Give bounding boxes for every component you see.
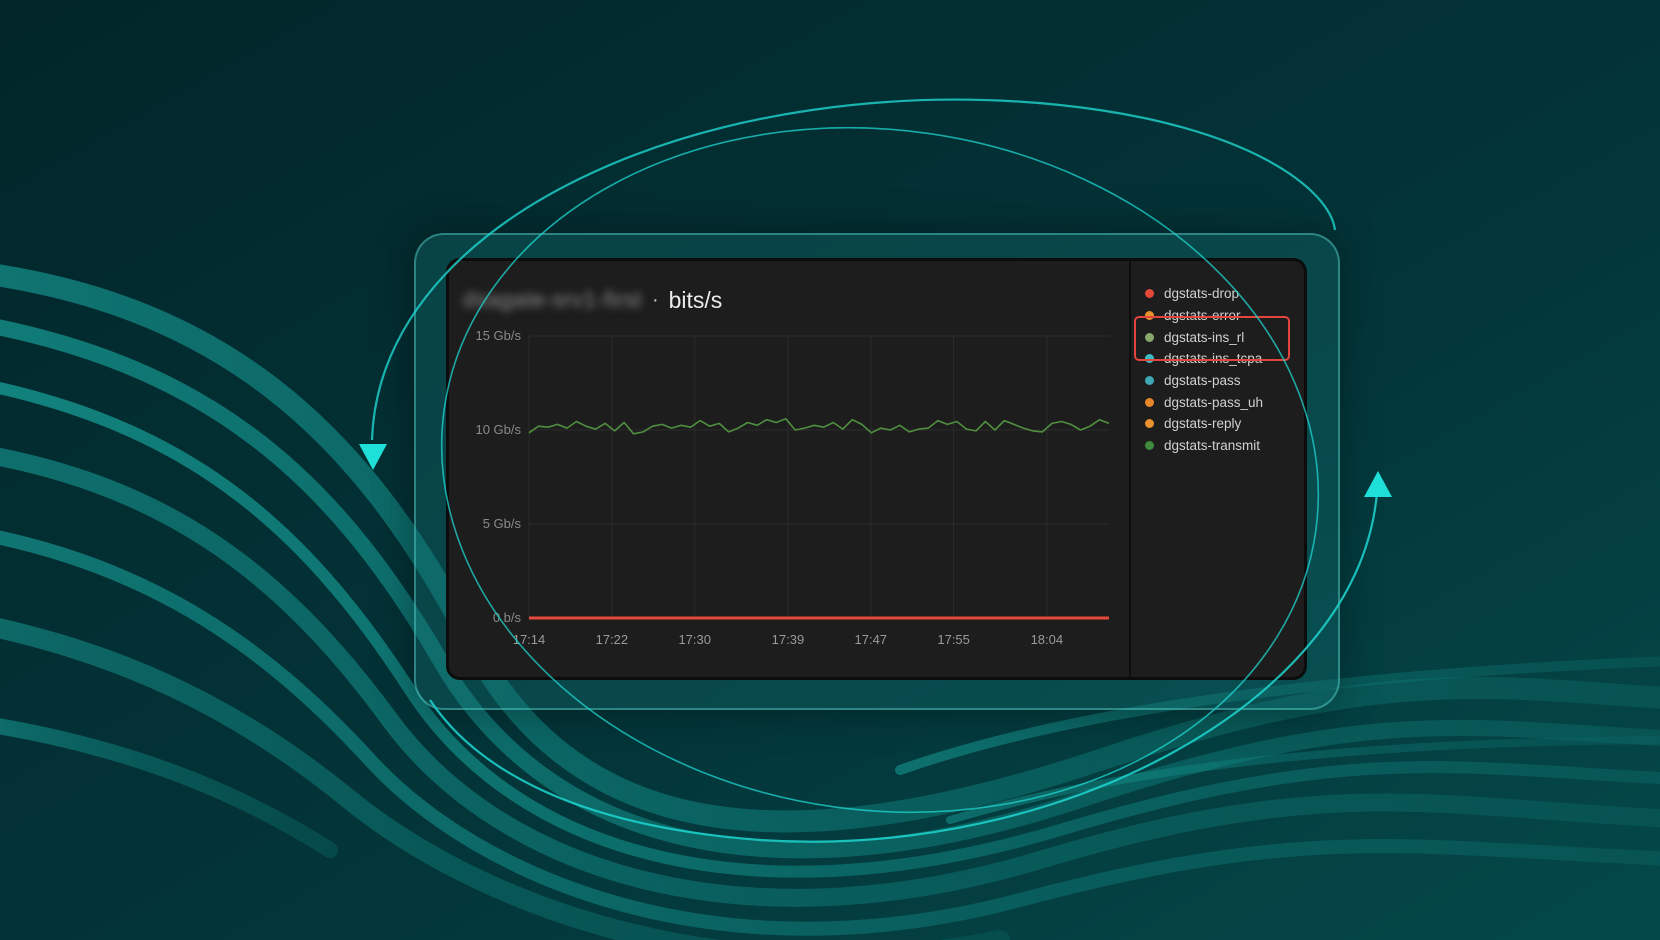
chart-canvas: 15 Gb/s 10 Gb/s 5 Gb/s 0 b/s 17:14 17:22 17:30…: [475, 328, 1110, 647]
y-tick-label: 0 b/s: [493, 610, 522, 625]
legend-divider: [1129, 261, 1131, 677]
panel-title: dsagate-srv1-first · bits/s: [463, 285, 722, 315]
legend-dot-icon: [1145, 289, 1154, 299]
legend-item[interactable]: dgstats-pass_uh: [1145, 391, 1263, 413]
y-tick-label: 5 Gb/s: [483, 516, 522, 531]
legend-label: dgstats-transmit: [1164, 438, 1261, 454]
legend-item[interactable]: dgstats-pass: [1145, 370, 1263, 392]
legend-dot-icon: [1145, 397, 1154, 407]
x-tick-label: 17:39: [772, 632, 805, 647]
y-tick-label: 15 Gb/s: [475, 328, 521, 343]
x-tick-label: 18:04: [1031, 632, 1064, 647]
source-name-blurred: dsagate-srv1-first: [463, 287, 642, 312]
chart-panel: 15 Gb/s 10 Gb/s 5 Gb/s 0 b/s 17:14 17:22 17:30…: [446, 258, 1307, 680]
legend-highlight-box: [1134, 316, 1290, 361]
y-tick-label: 10 Gb/s: [475, 422, 521, 437]
x-tick-label: 17:22: [596, 632, 629, 647]
legend-item[interactable]: dgstats-transmit: [1145, 435, 1263, 457]
series-line-dgstats-transmit: [528, 417, 1110, 435]
legend-dot-icon: [1145, 376, 1154, 386]
x-tick-label: 17:55: [937, 632, 970, 647]
legend-dot-icon: [1145, 441, 1154, 451]
legend-label: dgstats-pass_uh: [1164, 394, 1264, 410]
title-separator: ·: [651, 288, 659, 311]
legend-item[interactable]: dgstats-reply: [1145, 413, 1263, 435]
x-tick-label: 17:47: [855, 632, 888, 647]
x-tick-label: 17:30: [678, 632, 711, 647]
x-tick-label: 17:14: [513, 632, 546, 647]
legend-dot-icon: [1145, 419, 1154, 429]
metric-title: bits/s: [668, 286, 723, 313]
legend-label: dgstats-reply: [1164, 416, 1242, 432]
legend-label: dgstats-drop: [1164, 286, 1240, 302]
legend-item[interactable]: dgstats-drop: [1145, 283, 1263, 305]
legend-label: dgstats-pass: [1164, 373, 1241, 389]
legend: dgstats-drop dgstats-error dgstats-ins_rl d…: [1145, 283, 1263, 457]
